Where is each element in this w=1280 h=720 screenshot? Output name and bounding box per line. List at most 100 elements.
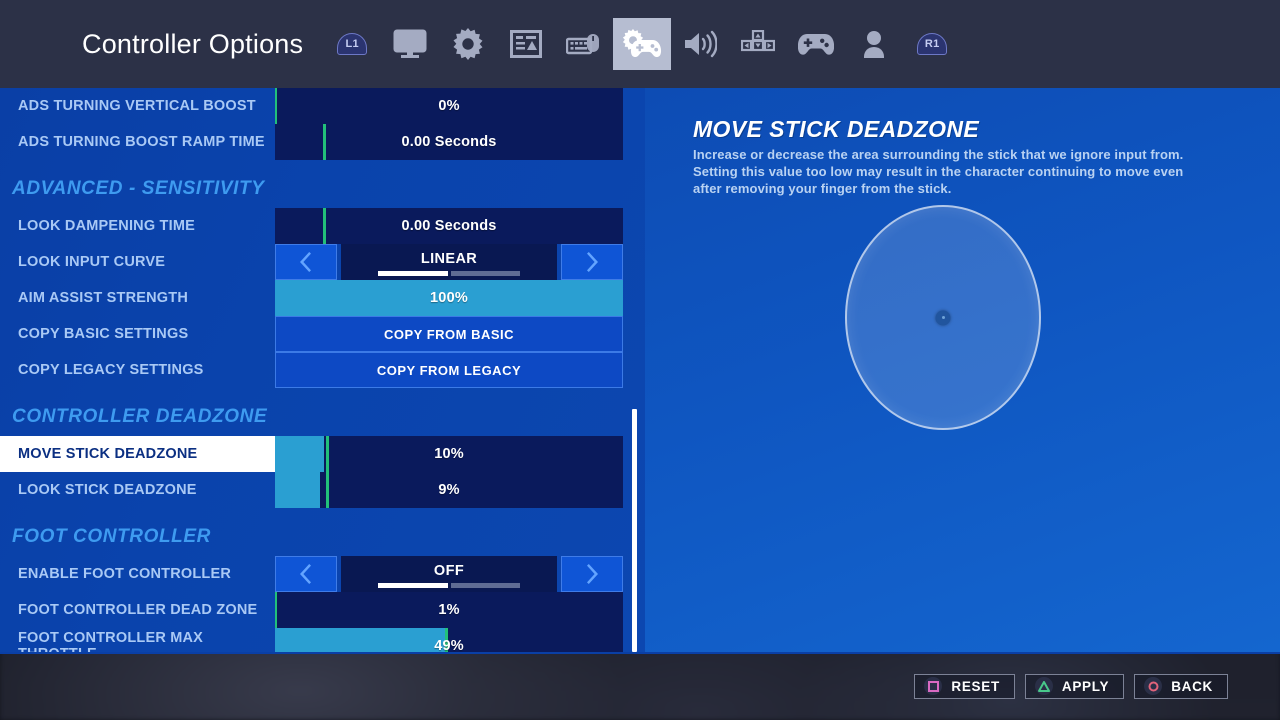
chevron-left-icon[interactable]	[275, 556, 337, 592]
setting-control[interactable]: 0.00 Seconds	[275, 208, 623, 244]
setting-label: Copy Legacy Settings	[18, 362, 204, 378]
setting-label: Enable Foot Controller	[18, 566, 232, 582]
slider-value: 10%	[434, 446, 464, 462]
setting-row-copy-legacy-settings[interactable]: Copy Legacy Settings COPY FROM LEGACY	[0, 352, 645, 388]
setting-control[interactable]: 1%	[275, 592, 623, 628]
tab-account[interactable]	[845, 18, 903, 70]
tab-audio[interactable]	[671, 18, 729, 70]
left-bumper-hint[interactable]: L1	[323, 18, 381, 70]
setting-control[interactable]: 10%	[275, 436, 623, 472]
stepper-control: OFF	[275, 556, 623, 592]
page-title: Controller Options	[82, 28, 304, 59]
setting-row-look-dampening-time[interactable]: Look Dampening Time 0.00 Seconds	[0, 208, 645, 244]
settings-scrollbar[interactable]	[630, 88, 638, 652]
setting-label: Move Stick Deadzone	[0, 436, 275, 472]
stepper-value-box: LINEAR	[341, 244, 557, 280]
speaker-icon	[683, 30, 718, 58]
setting-control[interactable]: 9%	[275, 472, 623, 508]
setting-row-look-stick-deadzone[interactable]: Look Stick Deadzone 9%	[0, 472, 645, 508]
stepper-control: LINEAR	[275, 244, 623, 280]
page-indicator-segment	[450, 583, 520, 588]
slider-track[interactable]: 9%	[275, 472, 623, 508]
stepper-page-indicator	[378, 583, 520, 588]
slider-track[interactable]: 49%	[275, 628, 623, 652]
setting-label: Look Dampening Time	[18, 218, 195, 234]
setting-row-foot-controller-dead-zone[interactable]: Foot Controller Dead Zone 1%	[0, 592, 645, 628]
setting-row-move-stick-deadzone[interactable]: Move Stick Deadzone 10%	[0, 436, 645, 472]
tab-brightness[interactable]	[497, 18, 555, 70]
slider-track[interactable]: 0.00 Seconds	[275, 124, 623, 160]
setting-label: ADS Turning Vertical Boost	[18, 98, 256, 114]
page-indicator-segment	[450, 271, 520, 276]
setting-row-aim-assist-strength[interactable]: Aim Assist Strength 100%	[0, 280, 645, 316]
gamepad-icon	[798, 31, 835, 57]
setting-label: Foot Controller Dead Zone	[18, 602, 258, 618]
gear-icon	[452, 28, 484, 60]
setting-row-ads-turning-boost-ramp-time[interactable]: ADS Turning Boost Ramp Time 0.00 Seconds	[0, 124, 645, 160]
chevron-left-icon[interactable]	[275, 244, 337, 280]
detail-description: Increase or decrease the area surroundin…	[693, 147, 1184, 196]
tab-controller[interactable]	[787, 18, 845, 70]
tab-video[interactable]	[381, 18, 439, 70]
slider-track[interactable]: 100%	[275, 280, 623, 316]
ps-circle-icon	[1144, 677, 1163, 695]
back-button[interactable]: BACK	[1134, 673, 1228, 699]
setting-control[interactable]: 0%	[275, 88, 623, 124]
setting-control[interactable]: 0.00 Seconds	[275, 124, 623, 160]
setting-row-enable-foot-controller[interactable]: Enable Foot Controller OFF	[0, 556, 645, 592]
setting-control[interactable]: COPY FROM LEGACY	[275, 352, 623, 388]
slider-value: 0.00 Seconds	[401, 134, 497, 150]
section-heading-advanced-sensitivity: Advanced - Sensitivity	[12, 178, 265, 199]
setting-label: Look Input Curve	[18, 254, 166, 270]
action-copy-from-basic[interactable]: COPY FROM BASIC	[275, 316, 623, 352]
chevron-right-icon[interactable]	[561, 244, 623, 280]
slider-track[interactable]: 0%	[275, 88, 623, 124]
setting-row-copy-basic-settings[interactable]: Copy Basic Settings COPY FROM BASIC	[0, 316, 645, 352]
section-heading-controller-deadzone: Controller Deadzone	[12, 406, 268, 427]
setting-control[interactable]: LINEAR	[275, 244, 623, 280]
slider-value: 0%	[438, 98, 460, 114]
tab-game[interactable]	[439, 18, 497, 70]
tab-controller-options[interactable]	[613, 18, 672, 70]
scrollbar-thumb[interactable]	[632, 409, 637, 652]
settings-list-column: ADS Turning Vertical Boost 0% ADS Turning …	[0, 88, 645, 652]
apply-button[interactable]: APPLY	[1024, 673, 1125, 699]
ps-triangle-icon	[1034, 677, 1053, 695]
stepper-page-indicator	[378, 271, 520, 276]
tab-keyboard-mouse[interactable]	[555, 18, 613, 70]
setting-control[interactable]: OFF	[275, 556, 623, 592]
l1-badge: L1	[337, 33, 368, 55]
setting-control[interactable]: 100%	[275, 280, 623, 316]
settings-header-bar: Controller Options L1 R1	[0, 0, 1280, 88]
settings-tab-strip: L1 R1	[323, 0, 961, 88]
detail-title: Move Stick Deadzone	[693, 116, 980, 142]
deadzone-preview	[845, 205, 1045, 430]
setting-label: Foot Controller Max Throttle	[18, 630, 204, 652]
slider-value: 1%	[438, 602, 460, 618]
dpad-icon	[741, 30, 776, 58]
setting-label: Aim Assist Strength	[18, 290, 189, 306]
action-copy-from-legacy[interactable]: COPY FROM LEGACY	[275, 352, 623, 388]
setting-row-foot-controller-max-throttle[interactable]: Foot Controller Max Throttle 49%	[0, 628, 645, 652]
chevron-right-icon[interactable]	[561, 556, 623, 592]
setting-row-look-input-curve[interactable]: Look Input Curve LINEAR	[0, 244, 645, 280]
reset-button[interactable]: RESET	[914, 673, 1015, 699]
game-settings-screen: Controller Options L1 R1 ADS TURNING VER…	[0, 0, 1280, 720]
hud-layout-icon	[510, 30, 543, 58]
setting-detail-panel: Move Stick Deadzone Increase or decrease…	[645, 88, 1280, 652]
setting-control[interactable]: COPY FROM BASIC	[275, 316, 623, 352]
section-heading-foot-controller: Foot Controller	[12, 526, 211, 547]
right-bumper-hint[interactable]: R1	[903, 18, 961, 70]
slider-track[interactable]: 0.00 Seconds	[275, 208, 623, 244]
apply-label: APPLY	[1061, 678, 1110, 694]
slider-value: 49%	[434, 638, 464, 652]
settings-panel: ADS Turning Vertical Boost 0% ADS Turning …	[0, 88, 1280, 652]
slider-track[interactable]: 10%	[275, 436, 623, 472]
page-indicator-segment	[378, 271, 448, 276]
setting-row-ads-turning-vertical-boost[interactable]: ADS Turning Vertical Boost 0%	[0, 88, 645, 124]
slider-value: 0.00 Seconds	[401, 218, 497, 234]
tab-input[interactable]	[729, 18, 787, 70]
setting-control[interactable]: 49%	[275, 628, 623, 652]
slider-track[interactable]: 1%	[275, 592, 623, 628]
stepper-value-box: OFF	[341, 556, 557, 592]
